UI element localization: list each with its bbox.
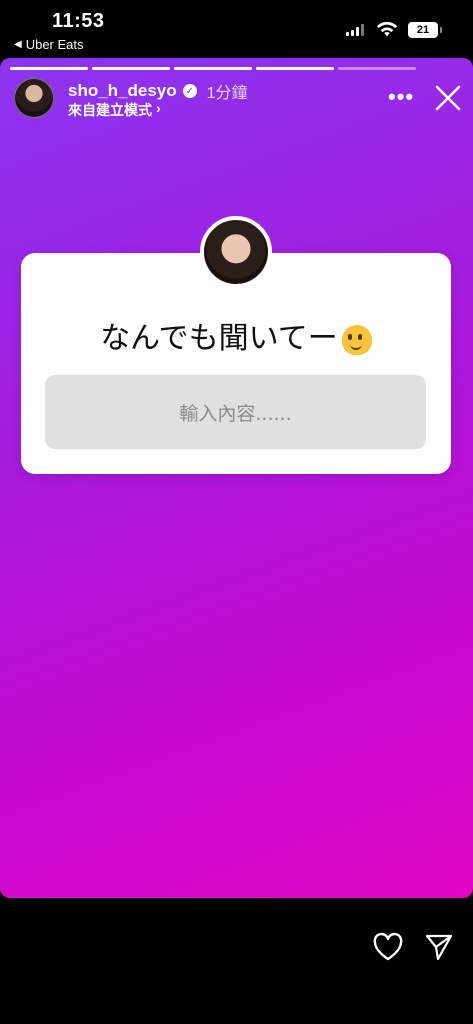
question-text: なんでも聞いてー: [100, 321, 338, 356]
send-icon[interactable]: [424, 932, 454, 962]
status-time: 11:53: [52, 10, 105, 32]
bottom-action-bar: [0, 898, 473, 1024]
battery-indicator: 21: [408, 22, 442, 38]
story-view[interactable]: sho_h_desyo ✓ 1分鐘 來自建立模式 › ••• なんでも聞いてー …: [0, 58, 473, 898]
progress-segment: [174, 67, 252, 70]
melting-face-icon: [341, 324, 372, 355]
verified-badge-icon: ✓: [182, 84, 197, 98]
back-app-label: Uber Eats: [25, 37, 84, 52]
answer-input[interactable]: 輸入內容......: [45, 375, 426, 449]
story-progress-bar: [10, 67, 416, 70]
username[interactable]: sho_h_desyo: [68, 81, 177, 101]
sticker-avatar: [200, 216, 272, 288]
more-options-button[interactable]: •••: [388, 86, 414, 108]
back-triangle-icon: ◀: [14, 39, 22, 50]
profile-avatar[interactable]: [14, 78, 54, 118]
chevron-right-icon: ›: [156, 100, 161, 116]
progress-segment: [256, 67, 334, 70]
create-mode-link[interactable]: 來自建立模式 ›: [68, 100, 161, 120]
sticker-question: なんでも聞いてー: [21, 313, 451, 357]
progress-segment: [92, 67, 170, 70]
create-mode-label: 來自建立模式: [68, 102, 152, 118]
progress-segment: [10, 67, 88, 70]
back-to-app-link[interactable]: ◀ Uber Eats: [14, 37, 84, 52]
close-icon[interactable]: [432, 82, 464, 114]
wifi-icon: [376, 21, 398, 37]
progress-segment: [338, 67, 416, 70]
heart-icon[interactable]: [372, 932, 404, 962]
cellular-signal-icon: [346, 24, 364, 36]
story-time-ago: 1分鐘: [206, 85, 248, 102]
status-bar: 11:53 ◀ Uber Eats 21: [0, 0, 473, 58]
